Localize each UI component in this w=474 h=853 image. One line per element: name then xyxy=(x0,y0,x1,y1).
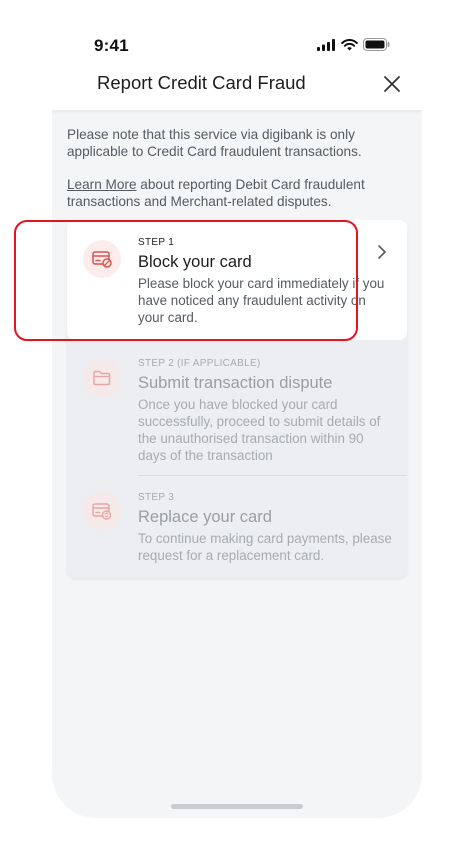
step-icon-circle xyxy=(83,240,121,278)
learn-more-text: Learn More about reporting Debit Card fr… xyxy=(67,176,397,210)
step-description: Please block your card immediately if yo… xyxy=(138,276,385,325)
step-replace-card: STEP 3 Replace your card To continue mak… xyxy=(67,476,407,576)
learn-more-link[interactable]: Learn More xyxy=(67,177,137,192)
phone-screen: 9:41 Report Credit Card Fraud Please not… xyxy=(52,0,422,818)
chevron-right-icon[interactable] xyxy=(375,242,389,262)
step-eyebrow: STEP 2 (IF APPLICABLE) xyxy=(138,358,261,369)
card-replace-icon xyxy=(92,503,112,520)
status-icons xyxy=(317,38,390,51)
close-icon xyxy=(384,76,400,92)
step-description: Once you have blocked your card successf… xyxy=(138,397,381,463)
step-title: Submit transaction dispute xyxy=(138,374,333,392)
step-block-card[interactable]: STEP 1 Block your card Please block your… xyxy=(67,220,407,340)
steps-card: STEP 1 Block your card Please block your… xyxy=(67,220,407,578)
battery-icon xyxy=(363,38,390,51)
step-eyebrow: STEP 1 xyxy=(138,237,175,248)
folder-icon xyxy=(93,370,111,386)
intro-text: Please note that this service via digiba… xyxy=(67,127,362,159)
step-description: To continue making card payments, please… xyxy=(138,531,392,563)
step-submit-dispute: STEP 2 (IF APPLICABLE) Submit transactio… xyxy=(67,340,407,475)
home-indicator xyxy=(171,804,303,809)
card-block-icon xyxy=(92,251,112,268)
status-time: 9:41 xyxy=(94,36,129,55)
step-title: Block your card xyxy=(138,253,252,271)
status-bar: 9:41 xyxy=(52,0,422,58)
page-title: Report Credit Card Fraud xyxy=(97,72,306,93)
app-header: Report Credit Card Fraud xyxy=(52,58,422,110)
wifi-icon xyxy=(341,38,358,50)
step-icon-circle xyxy=(83,492,121,530)
cellular-signal-icon xyxy=(317,38,335,51)
step-icon-circle xyxy=(83,359,121,397)
step-title: Replace your card xyxy=(138,508,272,526)
close-button[interactable] xyxy=(380,72,404,96)
step-eyebrow: STEP 3 xyxy=(138,492,175,503)
